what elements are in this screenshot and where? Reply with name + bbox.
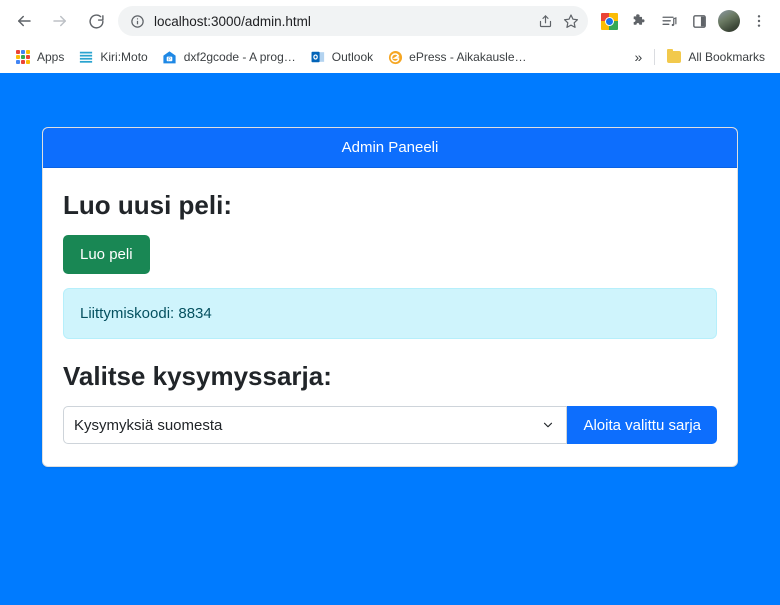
- site-information-icon[interactable]: [128, 12, 146, 30]
- side-panel-icon[interactable]: [685, 6, 713, 36]
- folder-icon: [666, 48, 682, 65]
- back-arrow-icon: [18, 15, 31, 27]
- bookmark-label: dxf2gcode - A prog…: [183, 50, 296, 64]
- kirimoto-icon: [78, 49, 94, 65]
- bookmark-label: ePress - Aikakausle…: [409, 50, 527, 64]
- question-set-select[interactable]: Kysymyksiä suomesta: [63, 406, 568, 445]
- address-bar-url: localhost:3000/admin.html: [154, 13, 311, 29]
- bookmarks-divider: [654, 49, 656, 65]
- start-selected-set-button[interactable]: Aloita valittu sarja: [567, 406, 717, 445]
- card-body: Luo uusi peli: Luo peli Liittymiskoodi: …: [43, 168, 737, 466]
- avatar: [718, 10, 740, 32]
- profile-avatar-icon[interactable]: [715, 6, 743, 36]
- back-button[interactable]: [9, 6, 39, 36]
- three-dot-menu-icon[interactable]: [745, 6, 773, 36]
- media-playlist-icon[interactable]: [655, 6, 683, 36]
- puzzle-extensions-icon[interactable]: [625, 6, 653, 36]
- bookmark-label: Outlook: [331, 50, 374, 64]
- outlook-icon: [310, 49, 326, 65]
- card-header-title: Admin Paneeli: [43, 128, 737, 168]
- dxf2gcode-icon: P: [162, 49, 178, 65]
- all-bookmarks-button[interactable]: All Bookmarks: [659, 45, 772, 69]
- all-bookmarks-label: All Bookmarks: [688, 50, 765, 64]
- apps-grid-icon: [15, 49, 31, 65]
- bookmark-outlook[interactable]: Outlook: [303, 45, 380, 69]
- star-icon[interactable]: [558, 8, 584, 34]
- browser-window: localhost:3000/admin.html Apps Kiri:Moto…: [0, 0, 780, 605]
- bookmark-apps[interactable]: Apps: [8, 45, 71, 69]
- bookmark-label: Kiri:Moto: [100, 50, 148, 64]
- bookmarks-overflow-button[interactable]: »: [627, 49, 651, 65]
- bookmark-dxf2gcode[interactable]: P dxf2gcode - A prog…: [155, 45, 303, 69]
- share-icon[interactable]: [532, 8, 558, 34]
- select-question-set-title: Valitse kysymyssarja:: [63, 361, 332, 392]
- join-code-alert: Liittymiskoodi: 8834: [63, 288, 717, 340]
- create-game-title: Luo uusi peli:: [63, 190, 232, 220]
- forward-arrow-icon: [53, 15, 66, 27]
- epress-icon: [387, 49, 403, 65]
- admin-panel-card: Admin Paneeli Luo uusi peli: Luo peli Li…: [42, 127, 738, 468]
- google-extension-icon[interactable]: [595, 6, 623, 36]
- reload-button[interactable]: [81, 6, 111, 36]
- address-bar[interactable]: localhost:3000/admin.html: [118, 6, 588, 36]
- bookmark-epress[interactable]: ePress - Aikakausle…: [380, 45, 533, 69]
- reload-icon: [88, 13, 104, 29]
- bookmarks-bar: Apps Kiri:Moto P dxf2gcode - A prog… Out…: [0, 42, 780, 73]
- question-set-select-wrapper: Kysymyksiä suomesta: [63, 406, 568, 445]
- page-viewport: Admin Paneeli Luo uusi peli: Luo peli Li…: [0, 73, 780, 605]
- question-set-input-group: Kysymyksiä suomesta Aloita valittu sarja: [63, 406, 717, 445]
- bookmark-kirimoto[interactable]: Kiri:Moto: [71, 45, 154, 69]
- create-game-button[interactable]: Luo peli: [63, 235, 150, 275]
- browser-toolbar: localhost:3000/admin.html: [0, 0, 780, 42]
- svg-text:P: P: [168, 56, 171, 61]
- bookmark-label: Apps: [37, 50, 65, 64]
- forward-button[interactable]: [45, 6, 75, 36]
